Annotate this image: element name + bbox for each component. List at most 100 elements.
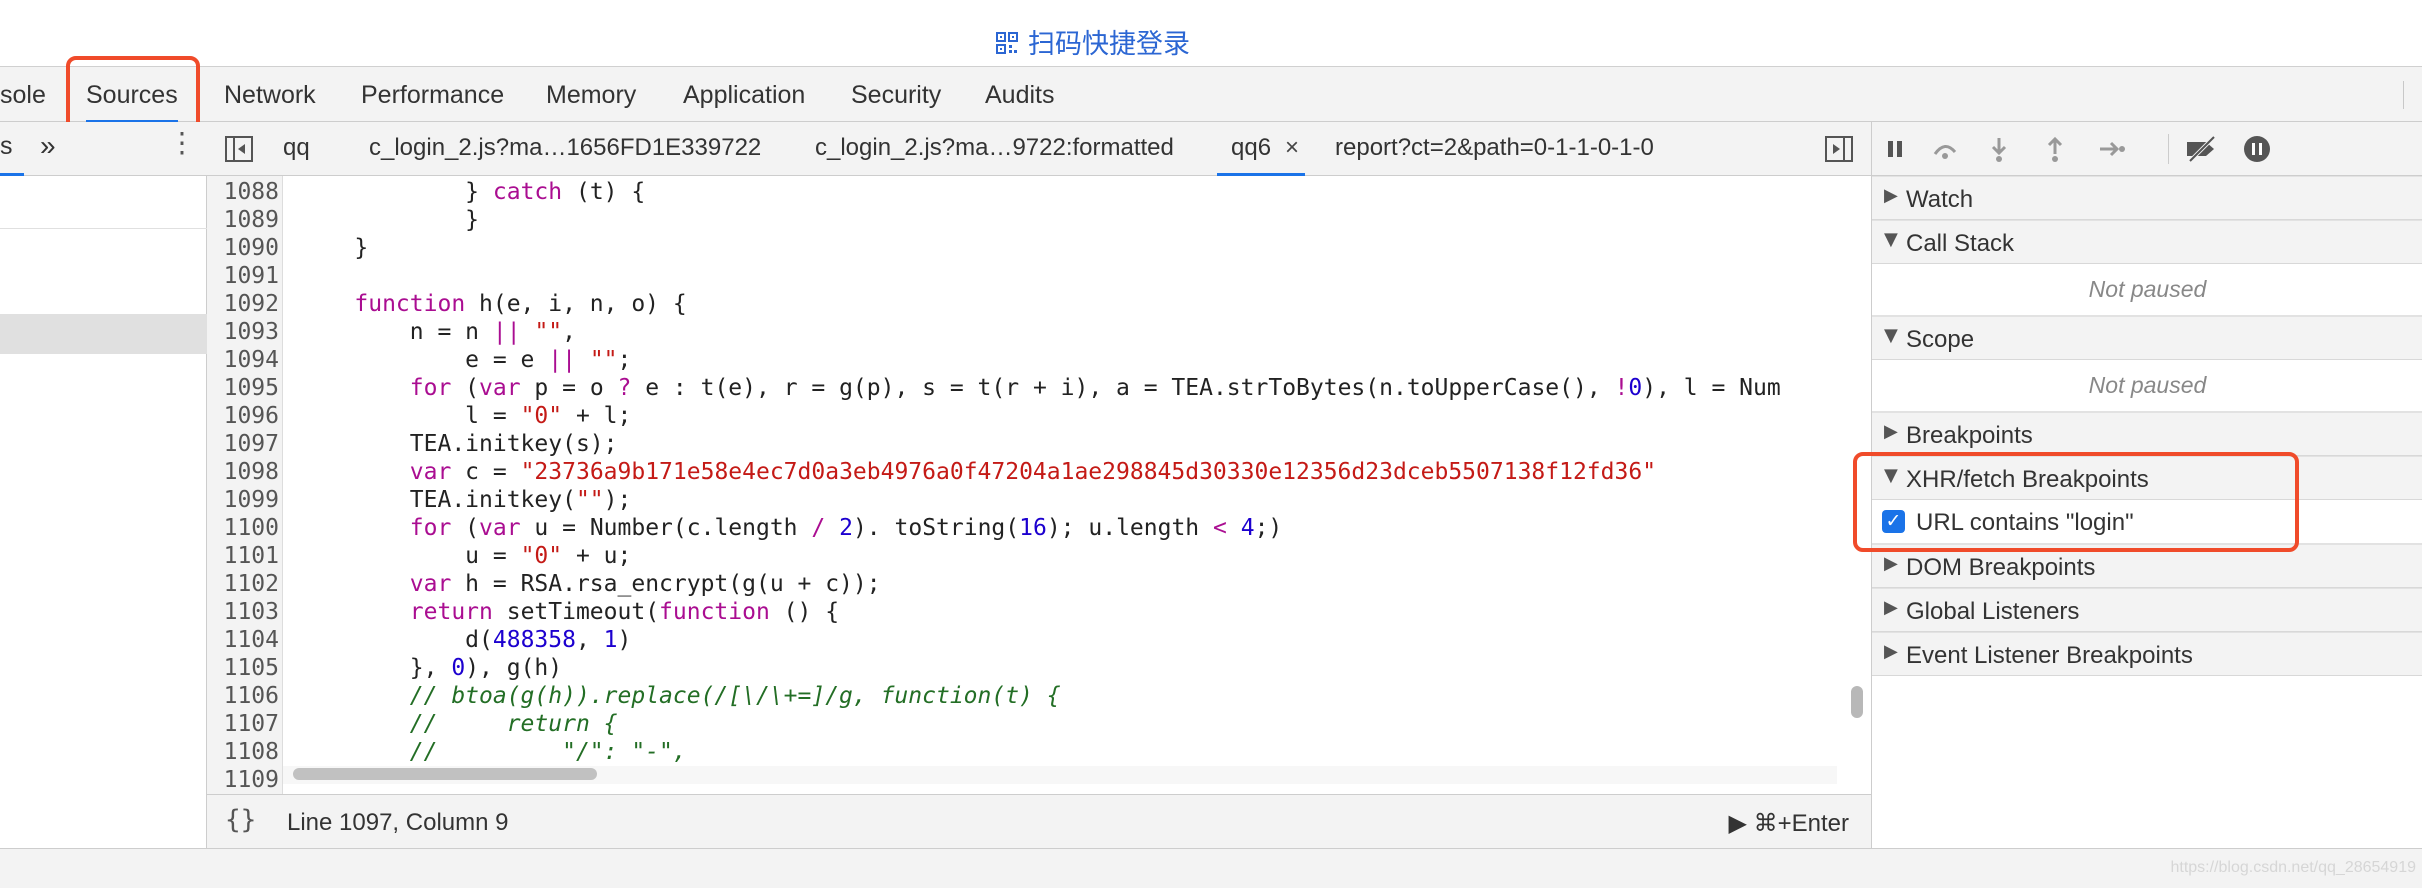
navigator-tab[interactable]: s [0, 132, 13, 161]
call-stack-section[interactable]: ▼ Call Stack [1872, 220, 2422, 264]
line-number[interactable]: 1104 [207, 626, 279, 654]
code-editor[interactable]: 1088 } catch (t) {1089 } 1090 } 1091 1092 f… [207, 176, 1871, 794]
code-line: 1088 } catch (t) { [207, 178, 1841, 206]
code-token: catch [492, 179, 563, 205]
file-tab-c-login-formatted[interactable]: c_login_2.js?ma…9722:formatted [815, 122, 1174, 176]
line-number[interactable]: 1088 [207, 178, 279, 206]
scope-section[interactable]: ▼ Scope [1872, 316, 2422, 360]
line-number[interactable]: 1105 [207, 654, 279, 682]
global-listeners-section[interactable]: ▶ Global Listeners [1872, 588, 2422, 632]
more-tabs-icon[interactable]: » [40, 130, 56, 162]
run-snippet-button[interactable]: ▶ ⌘+Enter [1728, 809, 1849, 838]
code-token: return [409, 599, 493, 625]
tab-application[interactable]: Application [683, 67, 805, 123]
line-number[interactable]: 1089 [207, 206, 279, 234]
tab-network[interactable]: Network [224, 67, 316, 123]
navigator-panel: s » ⋮ [0, 122, 207, 848]
expanded-triangle-icon: ▼ [1884, 229, 1898, 250]
call-stack-status: Not paused [1872, 264, 2422, 316]
tab-audits[interactable]: Audits [985, 67, 1054, 123]
line-number[interactable]: 1099 [207, 486, 279, 514]
code-line: 1095 for (var p = o ? e : t(e), r = g(p)… [207, 374, 1841, 402]
step-over-icon[interactable] [1930, 134, 1960, 164]
code-token: ;) [1254, 515, 1283, 541]
file-tab-c-login[interactable]: c_login_2.js?ma…1656FD1E339722 [369, 122, 761, 176]
file-tab-report[interactable]: report?ct=2&path=0-1-1-0-1-0 [1335, 122, 1654, 176]
xhr-breakpoint-label[interactable]: URL contains "login" [1916, 509, 2134, 537]
toggle-navigator-icon[interactable] [225, 136, 253, 162]
code-token: "" [589, 347, 618, 373]
code-text: var c = "23736a9b171e58e4ec7d0a3eb4976a0… [299, 458, 1656, 486]
line-number[interactable]: 1101 [207, 542, 279, 570]
line-number[interactable]: 1107 [207, 710, 279, 738]
tab-memory[interactable]: Memory [546, 67, 636, 123]
scope-title: Scope [1906, 326, 1975, 353]
line-number[interactable]: 1102 [207, 570, 279, 598]
line-number[interactable]: 1109 [207, 766, 279, 794]
code-token: 0 [1628, 375, 1643, 401]
deactivate-breakpoints-icon[interactable] [2184, 134, 2216, 164]
code-token: u = Number(c.length [520, 515, 812, 541]
code-text: TEA.initkey(""); [299, 486, 632, 514]
line-number[interactable]: 1094 [207, 346, 279, 374]
pretty-print-button[interactable]: {} [225, 805, 256, 835]
code-token: var [409, 459, 452, 485]
code-line: 1099 TEA.initkey(""); [207, 486, 1841, 514]
code-token: // btoa(g(h)).replace(/[\/\+=]/g, functi… [409, 683, 1061, 709]
code-line: 1094 e = e || ""; [207, 346, 1841, 374]
code-text: } catch (t) { [299, 178, 645, 206]
xhr-breakpoints-section[interactable]: ▼ XHR/fetch Breakpoints [1872, 456, 2422, 500]
watch-section[interactable]: ▶ Watch [1872, 176, 2422, 220]
horizontal-scrollbar[interactable] [293, 768, 597, 780]
page-header: 扫码快捷登录 [0, 0, 2422, 66]
breakpoints-section[interactable]: ▶ Breakpoints [1872, 412, 2422, 456]
navigator-selected-item[interactable] [0, 314, 207, 354]
file-tab-qq6[interactable]: qq6 × [1217, 122, 1306, 176]
vertical-scrollbar[interactable] [1851, 686, 1863, 718]
step-into-icon[interactable] [1984, 134, 2014, 164]
line-number[interactable]: 1103 [207, 598, 279, 626]
line-number[interactable]: 1097 [207, 430, 279, 458]
code-line: 1108 // "/": "-", [207, 738, 1841, 766]
navigator-menu-icon[interactable]: ⋮ [168, 126, 196, 159]
step-out-icon[interactable] [2040, 134, 2070, 164]
event-listener-breakpoints-section[interactable]: ▶ Event Listener Breakpoints [1872, 632, 2422, 676]
pause-icon[interactable] [1880, 134, 1910, 164]
scope-status: Not paused [1872, 360, 2422, 412]
step-icon[interactable] [2096, 134, 2126, 164]
code-token: ; [617, 347, 632, 373]
line-number[interactable]: 1091 [207, 262, 279, 290]
watermark: https://blog.csdn.net/qq_28654919 [2170, 859, 2416, 876]
code-line: 1103 return setTimeout(function () { [207, 598, 1841, 626]
tab-security[interactable]: Security [851, 67, 941, 123]
xhr-breakpoint-checkbox[interactable]: ✓ [1882, 510, 1905, 533]
line-number[interactable]: 1093 [207, 318, 279, 346]
line-number[interactable]: 1106 [207, 682, 279, 710]
code-token: + l; [562, 403, 632, 429]
line-number[interactable]: 1092 [207, 290, 279, 318]
code-token: / [811, 515, 826, 541]
dom-breakpoints-section[interactable]: ▶ DOM Breakpoints [1872, 544, 2422, 588]
line-number[interactable]: 1100 [207, 514, 279, 542]
tab-performance[interactable]: Performance [361, 67, 504, 123]
pause-on-exceptions-icon[interactable] [2242, 134, 2272, 164]
code-token: e : t(e), r = g(p), s = t(r + i), a = TE… [631, 375, 1615, 401]
line-number[interactable]: 1096 [207, 402, 279, 430]
file-tab-qq[interactable]: qq [283, 122, 310, 176]
line-number[interactable]: 1095 [207, 374, 279, 402]
line-number[interactable]: 1108 [207, 738, 279, 766]
editor-tab-bar: qq c_login_2.js?ma…1656FD1E339722 c_logi… [207, 122, 1871, 176]
close-tab-icon[interactable]: × [1285, 134, 1299, 161]
line-number[interactable]: 1098 [207, 458, 279, 486]
navigator-toolbar: s » ⋮ [0, 122, 207, 176]
tab-sources[interactable]: Sources [86, 67, 178, 123]
qr-login-link[interactable]: 扫码快捷登录 [996, 22, 1190, 60]
expanded-triangle-icon: ▼ [1884, 465, 1898, 486]
line-number[interactable]: 1090 [207, 234, 279, 262]
toggle-debugger-icon[interactable] [1825, 136, 1853, 162]
code-token: "23736a9b171e58e4ec7d0a3eb4976a0f47204a1… [520, 459, 1657, 485]
tab-console[interactable]: sole [0, 67, 46, 123]
